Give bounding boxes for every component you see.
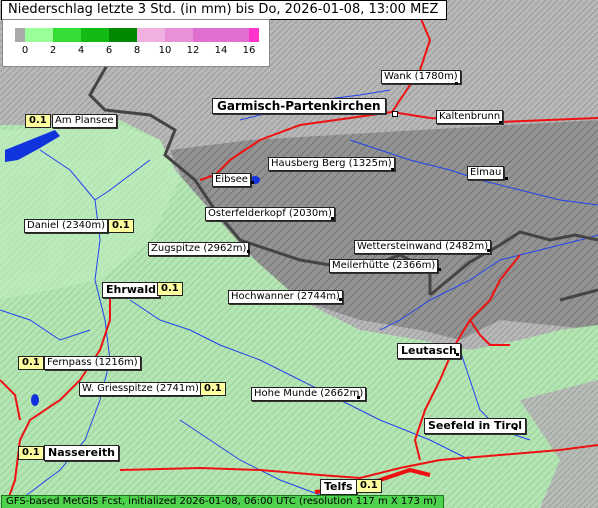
- legend-swatch-8-10: [137, 28, 165, 42]
- place-label-elmau[interactable]: Elmau: [467, 166, 505, 180]
- place-marker: [499, 121, 502, 124]
- place-label-nassereith[interactable]: Nassereith: [44, 445, 119, 461]
- legend-tick: 8: [133, 45, 141, 56]
- precipitation-map[interactable]: Niederschlag letzte 3 Std. (in mm) bis D…: [0, 0, 598, 508]
- legend-tick: 10: [158, 45, 172, 56]
- legend-ticks: 0 2 4 6 8 10 12 14 16: [3, 45, 269, 59]
- place-label-daniel[interactable]: Daniel (2340m): [24, 219, 109, 233]
- place-label-zugspitze[interactable]: Zugspitze (2962m): [148, 242, 250, 256]
- place-marker: [456, 353, 459, 356]
- place-label-leutasch[interactable]: Leutasch: [397, 343, 461, 359]
- precip-value-daniel: 0.1: [108, 219, 134, 233]
- place-label-hochwanner[interactable]: Hochwanner (2744m): [228, 290, 343, 304]
- legend-swatch-2-4: [53, 28, 81, 42]
- place-marker: [505, 177, 508, 180]
- place-marker: [339, 298, 342, 301]
- precip-value-nassereith: 0.1: [18, 446, 44, 460]
- place-marker: [331, 217, 334, 220]
- legend-swatch-6-8: [109, 28, 137, 42]
- legend-tick: 2: [49, 45, 57, 56]
- place-label-garmisch[interactable]: Garmisch-Partenkirchen: [212, 98, 386, 114]
- place-label-hausberg[interactable]: Hausberg Berg (1325m): [268, 157, 395, 171]
- place-marker: [514, 427, 517, 430]
- place-label-kaltenbrunn[interactable]: Kaltenbrunn: [436, 110, 504, 124]
- place-label-fernpass[interactable]: Fernpass (1216m): [44, 356, 141, 370]
- legend-swatch-0-2: [25, 28, 53, 42]
- place-label-osterfelderkopf[interactable]: Osterfelderkopf (2030m): [205, 207, 335, 221]
- legend-swatch-4-6: [81, 28, 109, 42]
- legend-tick: 12: [186, 45, 200, 56]
- place-marker: [455, 82, 458, 85]
- legend-swatch-10-12: [165, 28, 193, 42]
- place-label-meilerhuette[interactable]: Meilerhütte (2366m): [329, 259, 439, 273]
- place-label-ehrwald[interactable]: Ehrwald: [102, 282, 160, 298]
- legend-tick: 0: [21, 45, 29, 56]
- legend-swatch-14-16: [221, 28, 249, 42]
- precip-value-ehrwald: 0.1: [157, 282, 183, 296]
- legend-tick: 6: [105, 45, 113, 56]
- precipitation-legend: 0 2 4 6 8 10 12 14 16: [2, 19, 270, 67]
- place-label-eibsee[interactable]: Eibsee: [212, 173, 251, 187]
- place-marker: [487, 249, 490, 252]
- model-info-footer: GFS-based MetGIS Fcst, initialized 2026-…: [1, 495, 444, 508]
- place-label-hohe-munde[interactable]: Hohe Munde (2662m): [251, 387, 367, 401]
- place-marker: [357, 396, 360, 399]
- place-label-telfs[interactable]: Telfs: [320, 479, 357, 495]
- place-marker: [392, 111, 398, 117]
- place-marker: [391, 168, 394, 171]
- place-marker: [438, 268, 441, 271]
- place-label-wettersteinwand[interactable]: Wettersteinwand (2482m): [354, 240, 492, 254]
- precip-value-am-plansee: 0.1: [25, 114, 51, 128]
- legend-swatch-none: [15, 28, 25, 42]
- precip-value-fernpass: 0.1: [18, 356, 44, 370]
- place-label-wank[interactable]: Wank (1780m): [381, 70, 461, 84]
- place-label-w-griesspitze[interactable]: W. Griesspitze (2741m): [79, 382, 202, 396]
- legend-color-bar: [15, 28, 259, 42]
- legend-tick: 14: [214, 45, 228, 56]
- place-label-seefeld[interactable]: Seefeld in Tirol: [424, 418, 527, 434]
- legend-tick: 16: [242, 45, 256, 56]
- place-marker: [251, 181, 254, 184]
- map-title: Niederschlag letzte 3 Std. (in mm) bis D…: [1, 0, 448, 20]
- legend-swatch-16: [249, 28, 259, 42]
- precip-value-w-griesspitze: 0.1: [200, 382, 226, 396]
- place-label-am-plansee[interactable]: Am Plansee: [52, 114, 117, 128]
- precip-value-telfs: 0.1: [356, 479, 382, 493]
- place-marker: [247, 250, 250, 253]
- legend-tick: 4: [77, 45, 85, 56]
- legend-swatch-12-14: [193, 28, 221, 42]
